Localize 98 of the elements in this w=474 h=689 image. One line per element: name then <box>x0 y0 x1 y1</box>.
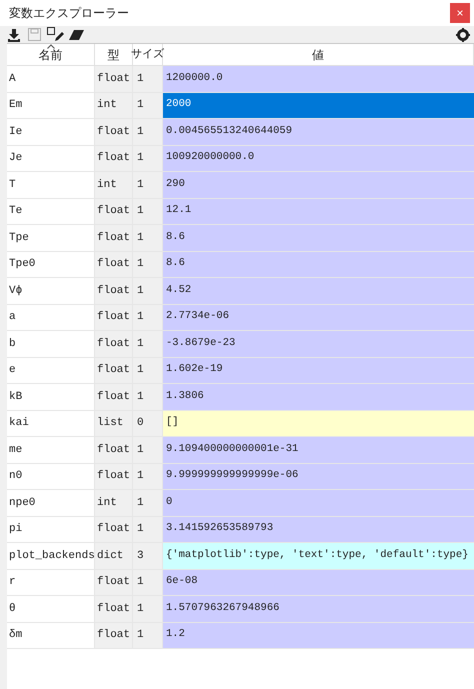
table-cell: float <box>95 622 133 648</box>
table-cell: float <box>95 119 133 144</box>
column-header[interactable]: 名前 <box>7 44 95 65</box>
value-cell[interactable]: 8.6 <box>163 252 474 277</box>
table-cell: r <box>7 570 95 595</box>
value-cell[interactable]: 0.004565513240644059 <box>163 119 474 144</box>
table-cell: pi <box>7 516 95 542</box>
value-cell[interactable]: 2000 <box>163 92 474 118</box>
value-cell[interactable]: 12.1 <box>163 198 474 224</box>
settings-icon[interactable] <box>456 28 470 42</box>
table-cell: float <box>95 570 133 595</box>
table-cell: float <box>95 358 133 383</box>
table-cell: Em <box>7 92 95 118</box>
table-cell: 1 <box>133 384 163 410</box>
table-cell: A <box>7 66 95 92</box>
table-cell: T <box>7 172 95 198</box>
table-cell: float <box>95 596 133 622</box>
value-cell[interactable]: 1.2 <box>163 622 474 648</box>
table-cell: 1 <box>133 225 163 250</box>
table-cell: int <box>95 172 133 198</box>
table-cell: 1 <box>133 304 163 330</box>
table-cell: plot_backends <box>7 543 95 568</box>
table-cell: 1 <box>133 198 163 224</box>
table-cell: 1 <box>133 464 163 489</box>
table-cell: float <box>95 516 133 542</box>
table-cell: dict <box>95 543 133 568</box>
value-cell[interactable]: 9.109400000000001e-31 <box>163 437 474 462</box>
table-cell: int <box>95 490 133 516</box>
table-cell: float <box>95 464 133 489</box>
save-as-icon[interactable] <box>46 26 64 42</box>
table-cell: 1 <box>133 516 163 542</box>
table-cell: 0 <box>133 410 163 436</box>
table-cell: e <box>7 358 95 383</box>
table-cell: float <box>95 304 133 330</box>
table-cell: float <box>95 331 133 356</box>
column-header[interactable]: 型 <box>95 44 133 65</box>
import-icon[interactable] <box>6 26 22 42</box>
table-cell: Tpe <box>7 225 95 250</box>
value-cell[interactable]: 0 <box>163 490 474 516</box>
table-cell: 1 <box>133 331 163 356</box>
column-header[interactable]: サイズ <box>133 44 163 65</box>
table-cell: 1 <box>133 622 163 648</box>
value-cell[interactable]: -3.8679e-23 <box>163 331 474 356</box>
table-cell: float <box>95 146 133 171</box>
table-cell: Tpe0 <box>7 252 95 277</box>
value-cell[interactable]: {'matplotlib':type, 'text':type, 'default':type} <box>163 543 474 568</box>
table-cell: Ie <box>7 119 95 144</box>
value-cell[interactable]: 2.7734e-06 <box>163 304 474 330</box>
sort-caret-icon <box>46 44 54 49</box>
value-cell[interactable]: 290 <box>163 172 474 198</box>
table-cell: 1 <box>133 172 163 198</box>
table-cell: 1 <box>133 490 163 516</box>
value-cell[interactable]: 1200000.0 <box>163 66 474 92</box>
table-cell: 1 <box>133 66 163 92</box>
column-header[interactable]: 値 <box>163 44 474 65</box>
table-cell: float <box>95 278 133 304</box>
table-cell: Vϕ <box>7 278 95 304</box>
value-cell[interactable]: 9.999999999999999e-06 <box>163 464 474 489</box>
table-cell: δm <box>7 622 95 648</box>
value-cell[interactable]: 1.3806 <box>163 384 474 410</box>
table-cell: int <box>95 92 133 118</box>
table-cell: float <box>95 437 133 462</box>
value-cell[interactable]: 3.141592653589793 <box>163 516 474 542</box>
table-cell: list <box>95 410 133 436</box>
table-cell: 1 <box>133 570 163 595</box>
table-cell: n0 <box>7 464 95 489</box>
table-cell: 1 <box>133 92 163 118</box>
table-cell: float <box>95 225 133 250</box>
table-cell: 1 <box>133 596 163 622</box>
value-cell[interactable]: 6e-08 <box>163 570 474 595</box>
table-cell: kai <box>7 410 95 436</box>
table-cell: kB <box>7 384 95 410</box>
table-cell: me <box>7 437 95 462</box>
window-title: 変数エクスプローラー <box>9 5 129 22</box>
table-cell: float <box>95 66 133 92</box>
table-cell: 1 <box>133 146 163 171</box>
table-cell: 1 <box>133 358 163 383</box>
table-cell: 1 <box>133 437 163 462</box>
table-cell: float <box>95 384 133 410</box>
table-cell: b <box>7 331 95 356</box>
value-cell[interactable]: 4.52 <box>163 278 474 304</box>
table-cell: 1 <box>133 119 163 144</box>
table-cell: float <box>95 198 133 224</box>
table-cell: float <box>95 252 133 277</box>
value-cell[interactable]: 1.602e-19 <box>163 358 474 383</box>
table-cell: Te <box>7 198 95 224</box>
value-cell[interactable]: 100920000000.0 <box>163 146 474 171</box>
table-cell: 1 <box>133 278 163 304</box>
value-cell[interactable]: 8.6 <box>163 225 474 250</box>
table-cell: a <box>7 304 95 330</box>
table-cell: npe0 <box>7 490 95 516</box>
close-button[interactable]: × <box>450 3 470 23</box>
table-cell: 3 <box>133 543 163 568</box>
value-cell[interactable]: [] <box>163 410 474 436</box>
table-cell: 1 <box>133 252 163 277</box>
table-cell: Je <box>7 146 95 171</box>
value-cell[interactable]: 1.5707963267948966 <box>163 596 474 622</box>
table-cell: θ <box>7 596 95 622</box>
